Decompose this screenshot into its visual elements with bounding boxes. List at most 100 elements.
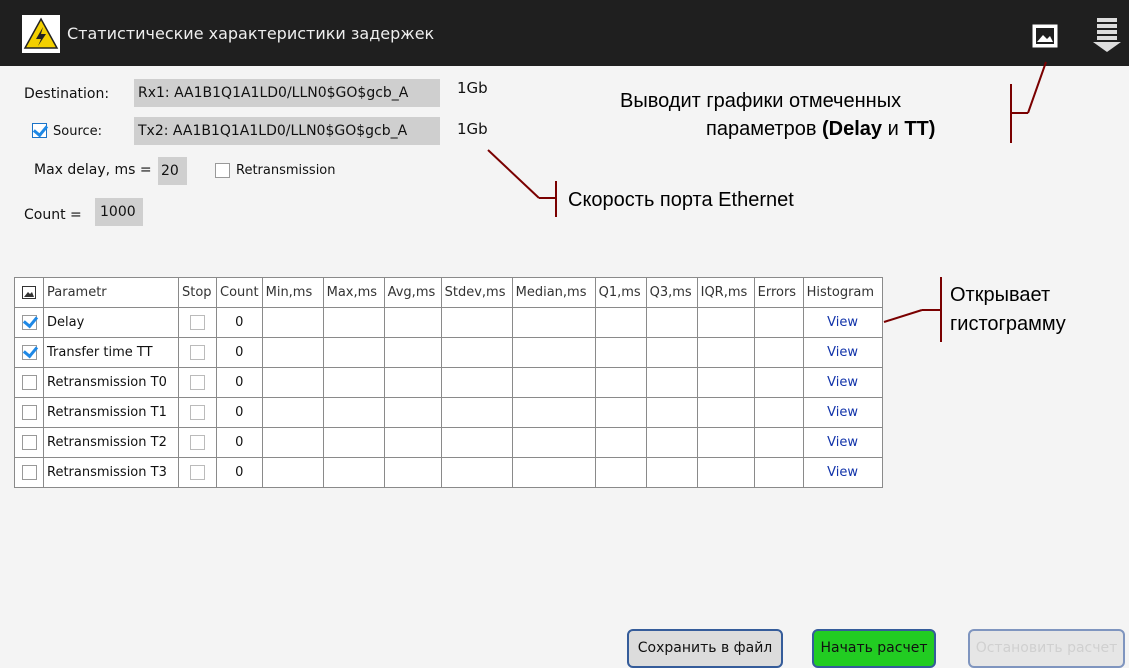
header-avg: Avg,ms: [383, 277, 442, 308]
stop-checkbox[interactable]: [190, 465, 205, 480]
title-bar: Статистические характеристики задержек: [0, 0, 1129, 66]
stop-calculation-button[interactable]: Остановить расчет: [968, 629, 1125, 668]
stat-cell: [511, 397, 596, 428]
view-histogram-link[interactable]: View: [802, 397, 883, 428]
stop-checkbox[interactable]: [190, 315, 205, 330]
source-checkbox[interactable]: [32, 123, 47, 138]
stat-cell: [645, 457, 698, 488]
stat-cell: [440, 307, 513, 338]
graphs-annotation-tt: TT): [904, 118, 936, 140]
table-row: Retransmission T2 0 View: [14, 427, 883, 458]
stat-cell: [261, 337, 324, 368]
stat-cell: [322, 367, 385, 398]
header-count: Count: [216, 277, 263, 308]
parameter-name: Retransmission T0: [43, 367, 179, 398]
stat-cell: [511, 427, 596, 458]
stop-checkbox[interactable]: [190, 375, 205, 390]
stat-cell: [440, 337, 513, 368]
stop-cell: [178, 337, 217, 368]
count-field[interactable]: 1000: [95, 198, 143, 226]
speed-annotation: Скорость порта Ethernet: [568, 189, 794, 211]
stat-cell: [261, 307, 324, 338]
stat-cell: [322, 397, 385, 428]
warning-icon: [22, 15, 60, 53]
stat-cell: [511, 457, 596, 488]
stop-cell: [178, 457, 217, 488]
start-calculation-button[interactable]: Начать расчет: [812, 629, 936, 668]
stat-cell: [383, 307, 442, 338]
stop-checkbox[interactable]: [190, 345, 205, 360]
image-icon: [22, 286, 36, 299]
header-stdev: Stdev,ms: [440, 277, 513, 308]
parameter-name: Retransmission T2: [43, 427, 179, 458]
stat-cell: [696, 367, 755, 398]
stop-checkbox[interactable]: [190, 405, 205, 420]
stat-cell: [645, 397, 698, 428]
histogram-annotation-line2: гистограмму: [950, 313, 1066, 335]
row-select-checkbox[interactable]: [21, 375, 37, 390]
stat-cell: [383, 337, 442, 368]
header-stop: Stop: [178, 277, 217, 308]
row-select-cell: [14, 337, 44, 368]
stat-cell: [753, 307, 804, 338]
retransmission-label: Retransmission: [236, 163, 336, 178]
stat-cell: [322, 427, 385, 458]
row-select-checkbox[interactable]: [21, 435, 37, 450]
stat-cell: [511, 367, 596, 398]
count-value: 0: [216, 457, 263, 488]
view-histogram-link[interactable]: View: [802, 457, 883, 488]
table-header-row: Parametr Stop Count Min,ms Max,ms Avg,ms…: [14, 277, 883, 308]
stat-cell: [322, 457, 385, 488]
count-value: 0: [216, 367, 263, 398]
view-histogram-link[interactable]: View: [802, 337, 883, 368]
retransmission-checkbox[interactable]: [215, 163, 230, 178]
row-select-cell: [14, 427, 44, 458]
row-select-checkbox[interactable]: [21, 315, 37, 330]
stat-cell: [322, 307, 385, 338]
image-icon[interactable]: [1032, 24, 1058, 48]
count-label: Count =: [24, 207, 82, 223]
row-select-checkbox[interactable]: [21, 465, 37, 480]
save-to-file-button[interactable]: Сохранить в файл: [627, 629, 783, 668]
stat-cell: [383, 427, 442, 458]
table-row: Retransmission T3 0 View: [14, 457, 883, 488]
destination-field[interactable]: Rx1: AA1B1Q1A1LD0/LLN0$GO$gcb_A: [134, 79, 440, 107]
table-row: Retransmission T1 0 View: [14, 397, 883, 428]
source-field[interactable]: Tx2: AA1B1Q1A1LD0/LLN0$GO$gcb_A: [134, 117, 440, 145]
max-delay-field[interactable]: 20: [158, 157, 187, 185]
stat-cell: [645, 367, 698, 398]
view-histogram-link[interactable]: View: [802, 427, 883, 458]
stop-cell: [178, 307, 217, 338]
header-errors: Errors: [753, 277, 804, 308]
header-q1: Q1,ms: [594, 277, 647, 308]
count-value: 0: [216, 307, 263, 338]
graphs-annotation-line1: Выводит графики отмеченных: [620, 90, 902, 112]
max-delay-label: Max delay, ms =: [34, 162, 152, 178]
stat-cell: [383, 367, 442, 398]
stop-checkbox[interactable]: [190, 435, 205, 450]
stat-cell: [594, 367, 647, 398]
header-min: Min,ms: [261, 277, 324, 308]
menu-icon[interactable]: [1093, 16, 1121, 54]
row-select-checkbox[interactable]: [21, 405, 37, 420]
stat-cell: [594, 427, 647, 458]
header-median: Median,ms: [511, 277, 596, 308]
graphs-annotation-prefix: параметров: [706, 118, 822, 140]
count-value: 0: [216, 337, 263, 368]
table-row: Retransmission T0 0 View: [14, 367, 883, 398]
view-histogram-link[interactable]: View: [802, 307, 883, 338]
parameter-name: Retransmission T1: [43, 397, 179, 428]
stat-cell: [696, 307, 755, 338]
header-select-all[interactable]: [14, 277, 44, 308]
stat-cell: [383, 397, 442, 428]
row-select-checkbox[interactable]: [21, 345, 37, 360]
stat-cell: [322, 337, 385, 368]
stop-cell: [178, 397, 217, 428]
destination-speed: 1Gb: [457, 79, 488, 97]
page-title: Статистические характеристики задержек: [67, 24, 435, 43]
row-select-cell: [14, 367, 44, 398]
stat-cell: [645, 427, 698, 458]
stat-cell: [594, 337, 647, 368]
header-iqr: IQR,ms: [696, 277, 755, 308]
view-histogram-link[interactable]: View: [802, 367, 883, 398]
